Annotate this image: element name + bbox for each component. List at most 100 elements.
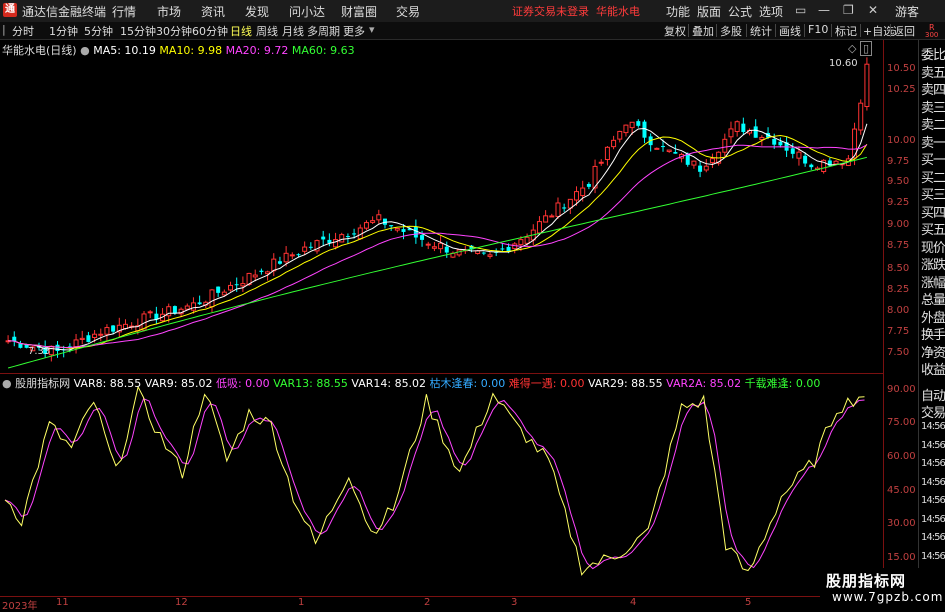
ma60-label: MA60: 9.63 <box>291 44 355 57</box>
tab-more[interactable]: 更多 <box>343 23 365 39</box>
restore-icon[interactable]: ❐ <box>843 3 854 17</box>
tab-30min[interactable]: 30分钟 <box>156 23 192 39</box>
divider <box>860 24 861 37</box>
quote-field-label: 买一 <box>921 153 945 168</box>
candle-body <box>228 284 234 291</box>
menu-gongneng[interactable]: 功能 <box>666 3 690 20</box>
tab-weekly[interactable]: 周线 <box>256 23 278 39</box>
menu-gongshi[interactable]: 公式 <box>728 3 752 20</box>
candle-body <box>413 227 418 238</box>
candle-body <box>617 130 623 140</box>
settings-circle-icon[interactable]: ● <box>2 377 12 390</box>
kline-svg[interactable] <box>0 40 883 373</box>
tab-daily[interactable]: 日线 <box>230 23 252 39</box>
indicator-svg[interactable] <box>0 374 883 596</box>
kumu-label: 枯木逢春: 0.00 <box>429 377 506 390</box>
menu-zixun[interactable]: 资讯 <box>201 3 225 20</box>
menu-xuanxiang[interactable]: 选项 <box>759 3 783 20</box>
candle-body <box>580 187 586 197</box>
y-tick: 8.50 <box>887 263 910 274</box>
x-label: 5 <box>745 597 752 608</box>
main-legend: 华能水电(日线) ● MA5: 10.19 MA10: 9.98 MA20: 9… <box>2 42 355 58</box>
quote-side-panel: R 300 委比 卖五 卖四 卖三 卖二 卖一 买一 买二 买三 买四 买五 现价 涨跌 涨幅 总量 外盘 换手… <box>918 23 945 609</box>
dixi-label: 低吸: 0.00 <box>215 377 270 390</box>
panel-tab[interactable]: 交易 <box>921 402 945 421</box>
quote-field-label: 卖二 <box>921 118 945 133</box>
window-menu-icon[interactable]: ▭ <box>795 3 806 17</box>
guest-label[interactable]: 游客 <box>895 3 919 20</box>
login-status[interactable]: 证券交易未登录 华能水电 <box>512 3 640 19</box>
candle-body <box>759 137 765 140</box>
candle-body <box>741 123 746 132</box>
menu-wenxiaoda[interactable]: 问小达 <box>289 3 325 20</box>
candle-body <box>691 160 697 166</box>
candle-body <box>86 335 91 342</box>
close-icon[interactable]: ✕ <box>868 3 878 17</box>
candle-body <box>734 121 740 132</box>
ind-y-tick: 30.00 <box>887 518 916 529</box>
indicator-chart[interactable]: ● 股朋指标网 VAR8: 88.55 VAR9: 85.02 低吸: 0.00… <box>0 374 883 596</box>
candles <box>5 57 870 362</box>
var13-label: VAR13: 88.55 <box>273 377 348 390</box>
candle-body <box>487 254 493 257</box>
menu-caifuquan[interactable]: 财富圈 <box>341 3 377 20</box>
divider <box>746 24 747 37</box>
btn-fuquan[interactable]: 复权 <box>664 23 686 39</box>
btn-biaoji[interactable]: 标记 <box>835 23 857 39</box>
candle-body <box>623 124 629 134</box>
candle-body <box>265 271 271 275</box>
candle-body <box>475 250 481 254</box>
chevron-down-icon[interactable]: ▾ <box>369 23 375 36</box>
tab-5min[interactable]: 5分钟 <box>84 23 113 39</box>
ind-y-tick: 15.00 <box>887 552 916 563</box>
candle-body <box>370 220 376 223</box>
var29-label: VAR29: 88.55 <box>587 377 663 390</box>
candle-body <box>345 236 350 238</box>
menu-jiaoyi[interactable]: 交易 <box>396 3 420 20</box>
candle-body <box>333 239 339 248</box>
kline-chart[interactable]: 华能水电(日线) ● MA5: 10.19 MA10: 9.98 MA20: 9… <box>0 40 883 374</box>
minimize-icon[interactable]: — <box>818 3 830 17</box>
divider <box>831 24 832 37</box>
btn-huaxian[interactable]: 画线 <box>779 23 801 39</box>
trade-time: 14:56 <box>921 421 945 432</box>
candle-body <box>73 339 79 348</box>
candle-body <box>111 325 116 332</box>
candle-body <box>555 202 561 217</box>
title-bar: 通 通达信金融终端 行情 市场 资讯 发现 问小达 财富圈 交易 证券交易未登录… <box>0 0 945 23</box>
btn-diejia[interactable]: 叠加 <box>692 23 714 39</box>
chart-controls[interactable]: ◇ ▯ <box>848 41 873 56</box>
tab-multi[interactable]: 多周期 <box>307 23 340 39</box>
tab-fenshi[interactable]: 分时 <box>12 23 34 39</box>
quote-field-label: 外盘 <box>921 310 945 326</box>
menu-hangqing[interactable]: 行情 <box>112 3 136 20</box>
btn-tongji[interactable]: 统计 <box>750 23 772 39</box>
candle-body <box>197 302 202 305</box>
tab-60min[interactable]: 60分钟 <box>192 23 228 39</box>
trade-time: 14:56 <box>921 476 945 488</box>
candle-body <box>809 164 814 168</box>
tab-monthly[interactable]: 月线 <box>282 23 304 39</box>
btn-duogu[interactable]: 多股 <box>720 23 742 39</box>
candle-body <box>703 165 709 171</box>
menu-faxian[interactable]: 发现 <box>245 3 269 20</box>
quote-field-label: 涨跌 <box>921 258 945 273</box>
var14-label: VAR14: 85.02 <box>351 377 427 390</box>
tab-15min[interactable]: 15分钟 <box>120 23 156 39</box>
x-label: 11 <box>56 597 69 608</box>
watermark-title: 股朋指标网 <box>826 572 907 590</box>
btn-back[interactable]: 返回 <box>893 23 915 39</box>
candle-body <box>803 155 808 164</box>
menu-shichang[interactable]: 市场 <box>157 3 181 20</box>
candle-body <box>394 227 400 231</box>
menu-banmian[interactable]: 版面 <box>697 3 721 20</box>
divider <box>804 24 805 37</box>
candle-body <box>661 146 666 148</box>
candle-body <box>518 239 524 246</box>
settings-circle-icon[interactable]: ● <box>80 44 90 57</box>
tab-1min[interactable]: 1分钟 <box>49 23 78 39</box>
btn-f10[interactable]: F10 <box>808 23 828 36</box>
candle-body <box>790 148 795 154</box>
candle-body <box>500 248 505 250</box>
x-label: 12 <box>175 597 188 608</box>
